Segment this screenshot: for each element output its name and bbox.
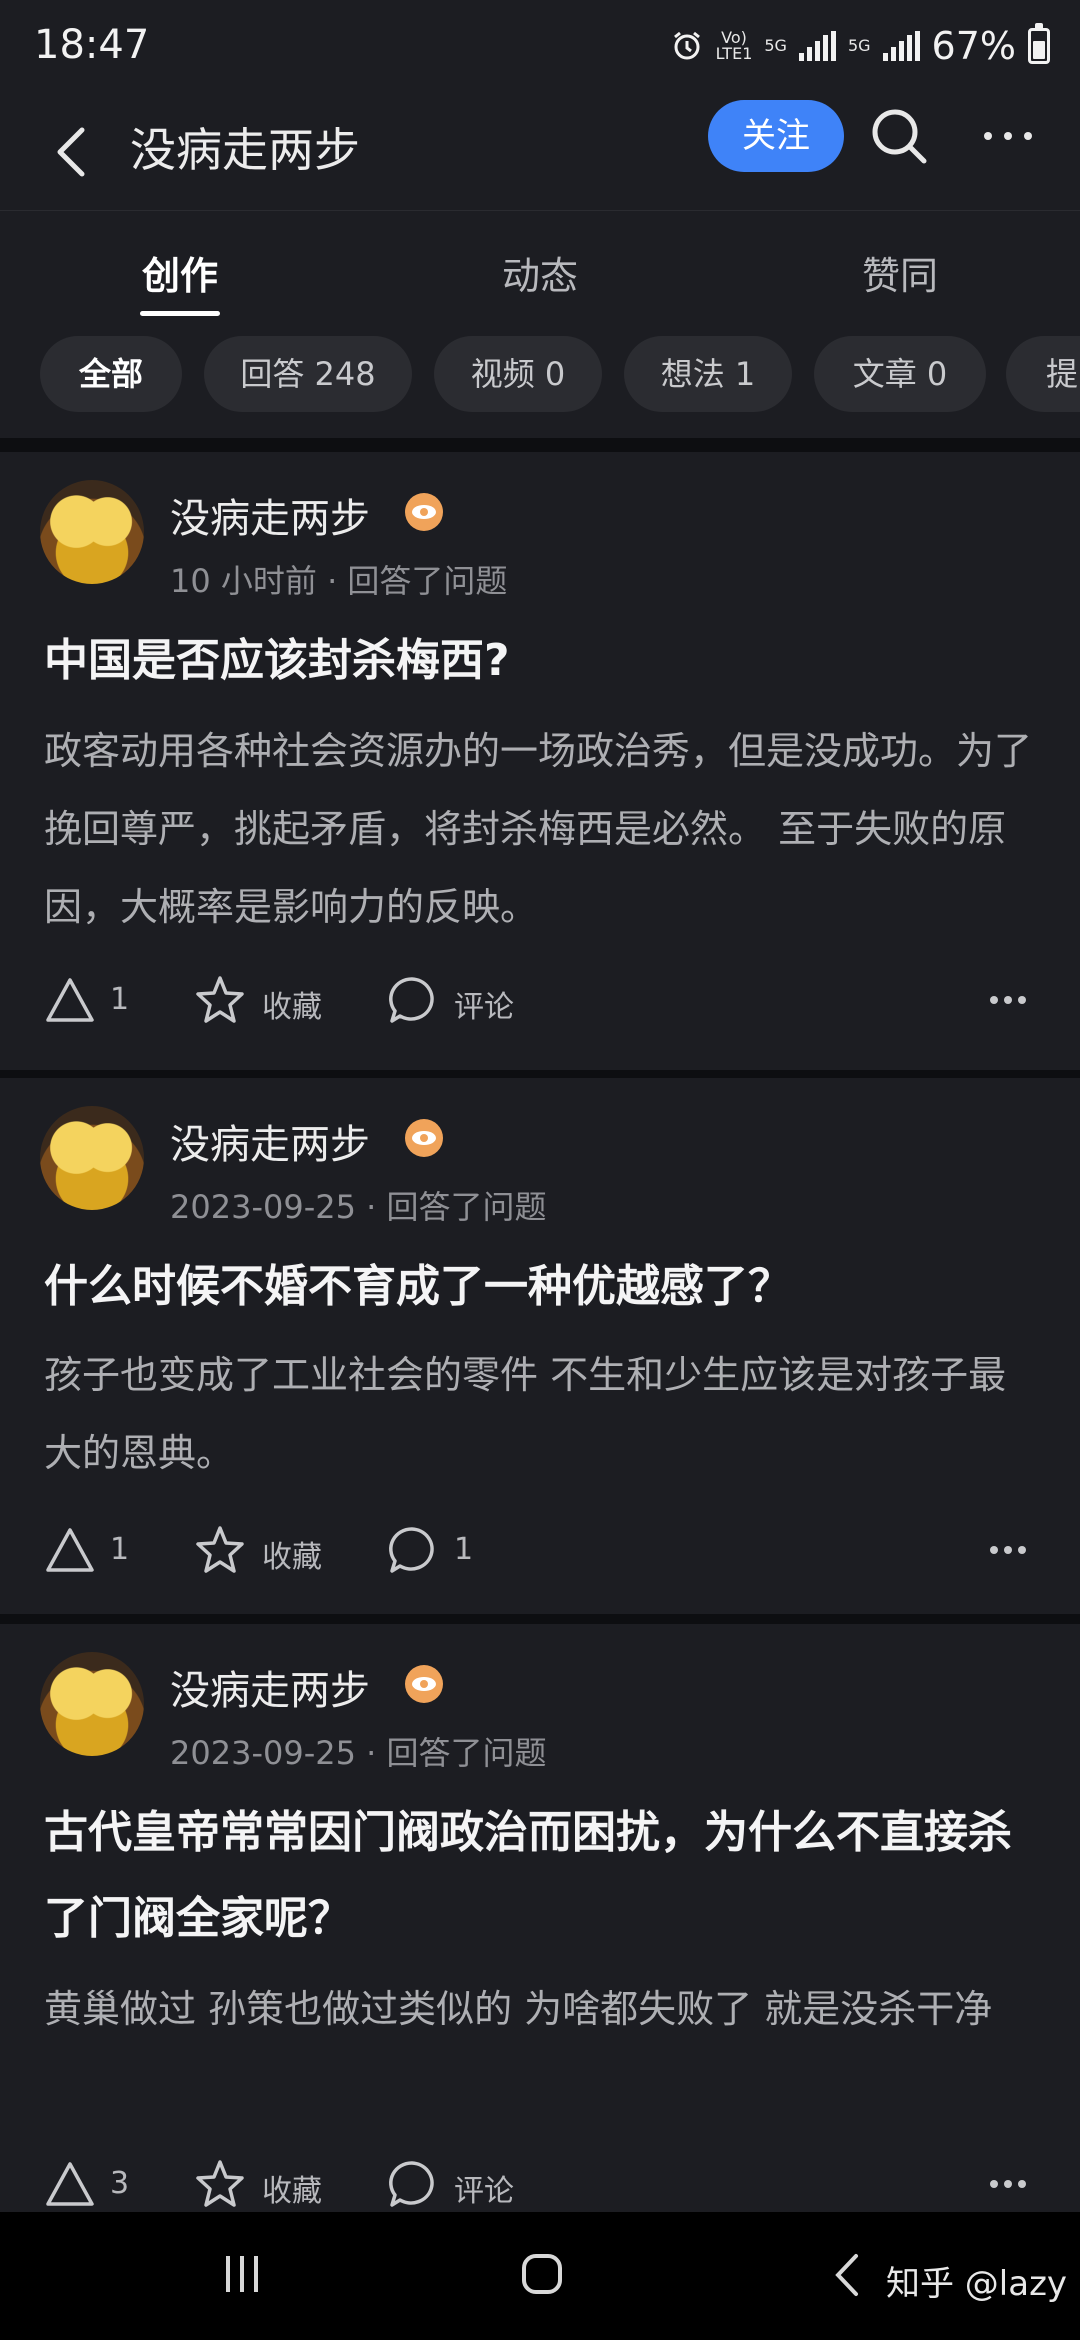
back-arrow-icon[interactable]	[40, 116, 100, 186]
battery-percent: 67%	[931, 24, 1016, 68]
eye-badge-icon	[405, 493, 443, 531]
back-icon[interactable]	[830, 2250, 864, 2300]
upvote-count: 1	[110, 982, 130, 1017]
filter-chips: 全部 回答 248 视频 0 想法 1 文章 0 提	[0, 320, 1080, 438]
eye-badge-icon	[405, 1119, 443, 1157]
avatar[interactable]	[40, 480, 144, 584]
post-meta: 2023-09-25 · 回答了问题	[170, 1188, 547, 1226]
upvote-icon[interactable]	[44, 1524, 96, 1576]
battery-icon	[1028, 23, 1050, 64]
comment-icon[interactable]	[386, 974, 438, 1026]
upvote-icon[interactable]	[44, 2158, 96, 2210]
upvote-count: 1	[110, 1532, 130, 1567]
upvote-icon[interactable]	[44, 974, 96, 1026]
comment-count[interactable]: 1	[454, 1532, 473, 1567]
answer-excerpt[interactable]: 孩子也变成了工业社会的零件 不生和少生应该是对孩子最大的恩典。	[44, 1336, 1034, 1492]
action-bar: 1 收藏 评论	[0, 974, 1080, 1034]
upvote-count: 3	[110, 2166, 130, 2201]
avatar[interactable]	[40, 1652, 144, 1756]
chip-articles[interactable]: 文章 0	[814, 336, 986, 412]
more-options-icon[interactable]	[988, 994, 1028, 1006]
star-icon[interactable]	[194, 2158, 246, 2210]
signal-icon	[798, 31, 836, 61]
post-card[interactable]: 没病走两步 2023-09-25 · 回答了问题 什么时候不婚不育成了一种优越感…	[0, 1078, 1080, 1614]
question-title[interactable]: 什么时候不婚不育成了一种优越感了？	[44, 1244, 1034, 1330]
action-bar: 3 收藏 评论	[0, 2158, 1080, 2218]
page-title: 没病走两步	[130, 123, 360, 177]
tab-creation[interactable]: 创作	[80, 245, 280, 300]
collect-label[interactable]: 收藏	[262, 2166, 322, 2210]
post-meta: 10 小时前 · 回答了问题	[170, 562, 508, 600]
more-options-icon[interactable]	[988, 2178, 1028, 2190]
author-name[interactable]: 没病走两步	[170, 1658, 370, 1716]
status-time: 18:47	[34, 22, 150, 68]
collect-label[interactable]: 收藏	[262, 982, 322, 1026]
answer-excerpt[interactable]: 政客动用各种社会资源办的一场政治秀，但是没成功。为了挽回尊严，挑起矛盾，将封杀梅…	[44, 712, 1034, 946]
collect-label[interactable]: 收藏	[262, 1532, 322, 1576]
network-type-1: 5G	[764, 36, 787, 55]
tab-activity[interactable]: 动态	[440, 245, 640, 300]
recent-apps-icon[interactable]	[220, 2252, 264, 2296]
author-name[interactable]: 没病走两步	[170, 486, 370, 544]
home-icon[interactable]	[520, 2252, 564, 2296]
comment-label[interactable]: 评论	[454, 2166, 514, 2210]
volte-indicator: Vo) LTE1	[715, 28, 753, 63]
status-bar: 18:47 Vo) LTE1 5G 5G 67%	[0, 0, 1080, 100]
star-icon[interactable]	[194, 974, 246, 1026]
comment-icon[interactable]	[386, 1524, 438, 1576]
avatar[interactable]	[40, 1106, 144, 1210]
chip-questions[interactable]: 提	[1006, 336, 1080, 412]
signal-icon-2	[882, 31, 920, 61]
chip-thoughts[interactable]: 想法 1	[624, 336, 792, 412]
alarm-icon	[673, 31, 700, 60]
post-card[interactable]: 没病走两步 2023-09-25 · 回答了问题 古代皇帝常常因门阀政治而困扰，…	[0, 1624, 1080, 2212]
comment-label[interactable]: 评论	[454, 982, 514, 1026]
star-icon[interactable]	[194, 1524, 246, 1576]
follow-button[interactable]: 关注	[708, 100, 844, 172]
eye-badge-icon	[405, 1665, 443, 1703]
top-app-bar: 没病走两步 关注	[0, 100, 1080, 211]
profile-tabs: 创作 动态 赞同	[0, 211, 1080, 321]
chip-videos[interactable]: 视频 0	[434, 336, 602, 412]
more-options-icon[interactable]	[980, 116, 1036, 156]
system-nav-bar: 知乎 @lazy	[0, 2212, 1080, 2340]
more-options-icon[interactable]	[988, 1544, 1028, 1556]
network-type-2: 5G	[847, 36, 871, 55]
question-title[interactable]: 古代皇帝常常因门阀政治而困扰，为什么不直接杀了门阀全家呢？	[44, 1790, 1034, 1962]
active-tab-indicator	[140, 311, 220, 316]
post-card[interactable]: 没病走两步 10 小时前 · 回答了问题 中国是否应该封杀梅西? 政客动用各种社…	[0, 452, 1080, 1070]
tab-upvotes[interactable]: 赞同	[800, 245, 1000, 300]
question-title[interactable]: 中国是否应该封杀梅西?	[44, 618, 1034, 704]
status-icons: Vo) LTE1 5G 5G 67%	[670, 23, 1050, 68]
action-bar: 1 收藏 1	[0, 1524, 1080, 1584]
comment-icon[interactable]	[386, 2158, 438, 2210]
search-icon[interactable]	[868, 105, 930, 167]
chip-all[interactable]: 全部	[40, 336, 182, 412]
watermark: 知乎 @lazy	[886, 2264, 1068, 2304]
author-name[interactable]: 没病走两步	[170, 1112, 370, 1170]
answer-excerpt[interactable]: 黄巢做过 孙策也做过类似的 为啥都失败了 就是没杀干净	[44, 1970, 1034, 2048]
chip-answers[interactable]: 回答 248	[204, 336, 412, 412]
post-meta: 2023-09-25 · 回答了问题	[170, 1734, 547, 1772]
